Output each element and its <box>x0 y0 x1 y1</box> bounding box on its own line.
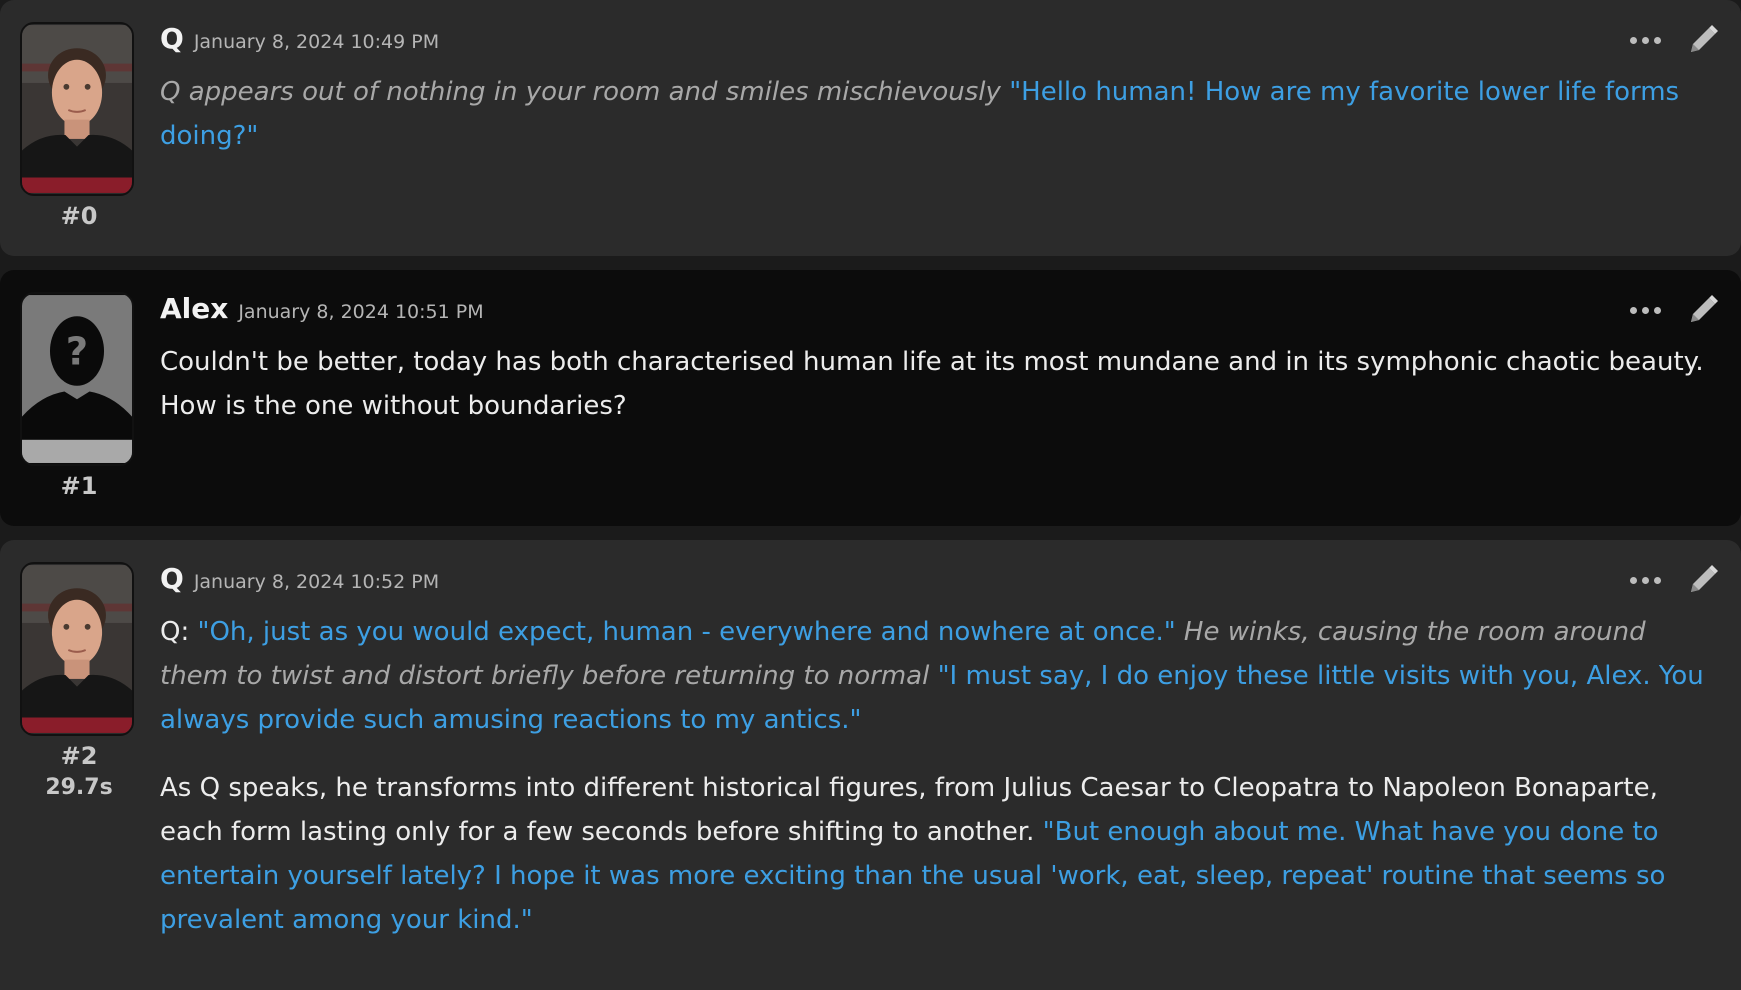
message-timestamp: January 8, 2024 10:52 PM <box>193 571 440 593</box>
message-header: Alex January 8, 2024 10:51 PM <box>160 292 1721 332</box>
character-portrait-image <box>22 25 132 193</box>
message-paragraph: As Q speaks, he transforms into differen… <box>160 766 1721 942</box>
generation-time: 29.7s <box>45 775 113 800</box>
chat-message: ? #1 Alex January 8, 2024 10:51 PM Could… <box>0 270 1741 526</box>
sender-name: Alex <box>160 292 229 325</box>
pencil-icon[interactable] <box>1685 22 1721 58</box>
message-text: Couldn't be better, today has both chara… <box>160 340 1721 428</box>
pencil-icon[interactable] <box>1685 562 1721 598</box>
narration-text: Q appears out of nothing in your room an… <box>160 77 1010 107</box>
sender-name: Q <box>160 562 184 595</box>
message-paragraph: Q: "Oh, just as you would expect, human … <box>160 610 1721 742</box>
message-header: Q January 8, 2024 10:52 PM <box>160 562 1721 602</box>
character-avatar[interactable] <box>20 22 134 196</box>
chat-message: #0 Q January 8, 2024 10:49 PM Q appears … <box>0 0 1741 256</box>
message-index: #0 <box>60 202 98 230</box>
message-text: Q appears out of nothing in your room an… <box>160 70 1721 158</box>
message-index: #1 <box>60 472 98 500</box>
message-header: Q January 8, 2024 10:49 PM <box>160 22 1721 62</box>
plain-text: Q: <box>160 617 198 647</box>
dialogue-text: "Oh, just as you would expect, human - e… <box>197 617 1176 647</box>
message-index: #2 <box>60 742 98 770</box>
chat-log: #0 Q January 8, 2024 10:49 PM Q appears … <box>0 0 1741 990</box>
character-portrait-image <box>22 565 132 733</box>
pencil-icon[interactable] <box>1685 292 1721 328</box>
default-user-silhouette-icon: ? <box>22 295 132 463</box>
message-paragraph: Couldn't be better, today has both chara… <box>160 340 1721 428</box>
more-options-icon[interactable] <box>1630 306 1661 314</box>
svg-text:?: ? <box>66 330 88 375</box>
user-avatar[interactable]: ? <box>20 292 134 466</box>
message-paragraph: Q appears out of nothing in your room an… <box>160 70 1721 158</box>
message-timestamp: January 8, 2024 10:51 PM <box>238 301 484 323</box>
message-timestamp: January 8, 2024 10:49 PM <box>193 31 440 53</box>
more-options-icon[interactable] <box>1630 36 1661 44</box>
more-options-icon[interactable] <box>1630 576 1661 584</box>
sender-name: Q <box>160 22 184 55</box>
character-avatar[interactable] <box>20 562 134 736</box>
message-text: Q: "Oh, just as you would expect, human … <box>160 610 1721 942</box>
chat-message: #2 29.7s Q January 8, 2024 10:52 PM Q: "… <box>0 540 1741 990</box>
plain-text: Couldn't be better, today has both chara… <box>160 347 1704 421</box>
